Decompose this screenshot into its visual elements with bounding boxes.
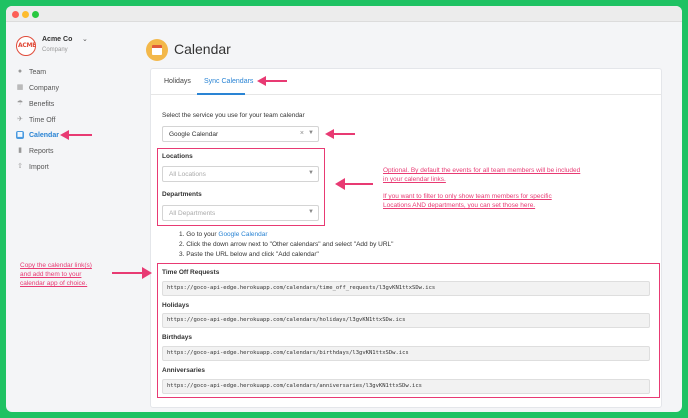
sidebar-item-label: Reports: [29, 147, 54, 155]
sidebar-item-import[interactable]: ⇧ Import: [16, 161, 49, 173]
step-3: 3. Paste the URL below and click "Add ca…: [179, 251, 319, 258]
calendar-label-birthdays: Birthdays: [162, 334, 192, 341]
annotation-copy: Copy the calendar link(s) and add them t…: [20, 262, 92, 287]
calendar-url-birthdays[interactable]: https://goco-api-edge.herokuapp.com/cale…: [162, 346, 650, 361]
tab-bar: Holidays Sync Calendars: [151, 69, 661, 95]
clear-icon[interactable]: ×: [300, 130, 304, 137]
chevron-down-icon: ⌄: [82, 36, 88, 43]
close-window-button[interactable]: [12, 11, 19, 18]
sidebar-item-label: Calendar: [29, 131, 59, 139]
minimize-window-button[interactable]: [22, 11, 29, 18]
calendar-label-holidays: Holidays: [162, 302, 190, 309]
service-select[interactable]: Google Calendar × ▼: [162, 126, 319, 142]
tab-sync-calendars[interactable]: Sync Calendars: [204, 78, 253, 85]
annotation-arrow-copy: [112, 267, 152, 279]
annotation-arrow-filters: [335, 178, 373, 190]
chevron-down-icon: ▼: [308, 170, 314, 176]
departments-select-value: All Departments: [169, 210, 216, 217]
sidebar: ACME Acme Co ⌄ Company ● Team ▦ Company ☂ B…: [6, 22, 134, 412]
calendar-label-time-off: Time Off Requests: [162, 269, 220, 276]
service-label: Select the service you use for your team…: [162, 112, 305, 119]
plane-icon: ✈: [17, 116, 23, 123]
sidebar-item-calendar[interactable]: ▦ Calendar: [16, 129, 59, 141]
service-select-value: Google Calendar: [169, 131, 219, 138]
locations-label: Locations: [162, 153, 193, 160]
annotation-arrow-service: [325, 129, 355, 139]
sidebar-item-label: Company: [29, 84, 59, 92]
title-bar: [6, 6, 682, 22]
calendar-url-time-off[interactable]: https://goco-api-edge.herokuapp.com/cale…: [162, 281, 650, 296]
departments-label: Departments: [162, 191, 202, 198]
annotation-arrow-tab: [257, 76, 287, 86]
maximize-window-button[interactable]: [32, 11, 39, 18]
page-title: Calendar: [174, 41, 231, 57]
calendar-icon: ▦: [16, 131, 24, 139]
calendar-url-holidays[interactable]: https://goco-api-edge.herokuapp.com/cale…: [162, 313, 650, 328]
chevron-down-icon: ▼: [308, 130, 314, 136]
departments-select[interactable]: All Departments ▼: [162, 205, 319, 221]
calendar-page-icon: [146, 39, 168, 61]
bar-chart-icon: ▮: [18, 147, 22, 154]
calendar-url-anniversaries[interactable]: https://goco-api-edge.herokuapp.com/cale…: [162, 379, 650, 394]
company-name: Acme Co: [42, 36, 73, 43]
tab-holidays[interactable]: Holidays: [164, 78, 191, 85]
google-calendar-link[interactable]: Google Calendar: [218, 231, 267, 238]
umbrella-icon: ☂: [16, 100, 24, 107]
locations-select[interactable]: All Locations ▼: [162, 166, 319, 182]
annotation-optional: Optional. By default the events for all …: [383, 167, 581, 183]
sidebar-item-label: Time Off: [29, 116, 56, 124]
step-2: 2. Click the down arrow next to "Other c…: [179, 241, 394, 248]
calendar-label-anniversaries: Anniversaries: [162, 367, 205, 374]
sidebar-item-label: Benefits: [29, 100, 55, 108]
sidebar-item-company[interactable]: ▦ Company: [16, 82, 59, 94]
sidebar-item-label: Team: [29, 68, 47, 76]
step-1: 1. Go to your Google Calendar: [179, 231, 268, 238]
annotation-arrow-calendar: [60, 130, 92, 140]
company-logo: ACME: [16, 36, 36, 56]
team-icon: ●: [17, 68, 23, 75]
locations-select-value: All Locations: [169, 171, 206, 178]
annotation-filter: If you want to filter to only show team …: [383, 193, 552, 209]
active-tab-indicator: [197, 93, 245, 95]
settings-card: Holidays Sync Calendars Select the servi…: [150, 68, 662, 408]
sidebar-item-label: Import: [29, 163, 49, 171]
sidebar-item-team[interactable]: ● Team: [16, 66, 46, 78]
sidebar-item-reports[interactable]: ▮ Reports: [16, 145, 54, 157]
company-subtitle: Company: [42, 47, 68, 53]
chevron-down-icon: ▼: [308, 209, 314, 215]
company-icon: ▦: [16, 84, 24, 91]
sidebar-item-time-off[interactable]: ✈ Time Off: [16, 114, 55, 126]
sidebar-item-benefits[interactable]: ☂ Benefits: [16, 98, 54, 110]
upload-icon: ⇧: [17, 163, 23, 170]
app-window: ACME Acme Co ⌄ Company ● Team ▦ Company ☂ B…: [6, 6, 682, 412]
